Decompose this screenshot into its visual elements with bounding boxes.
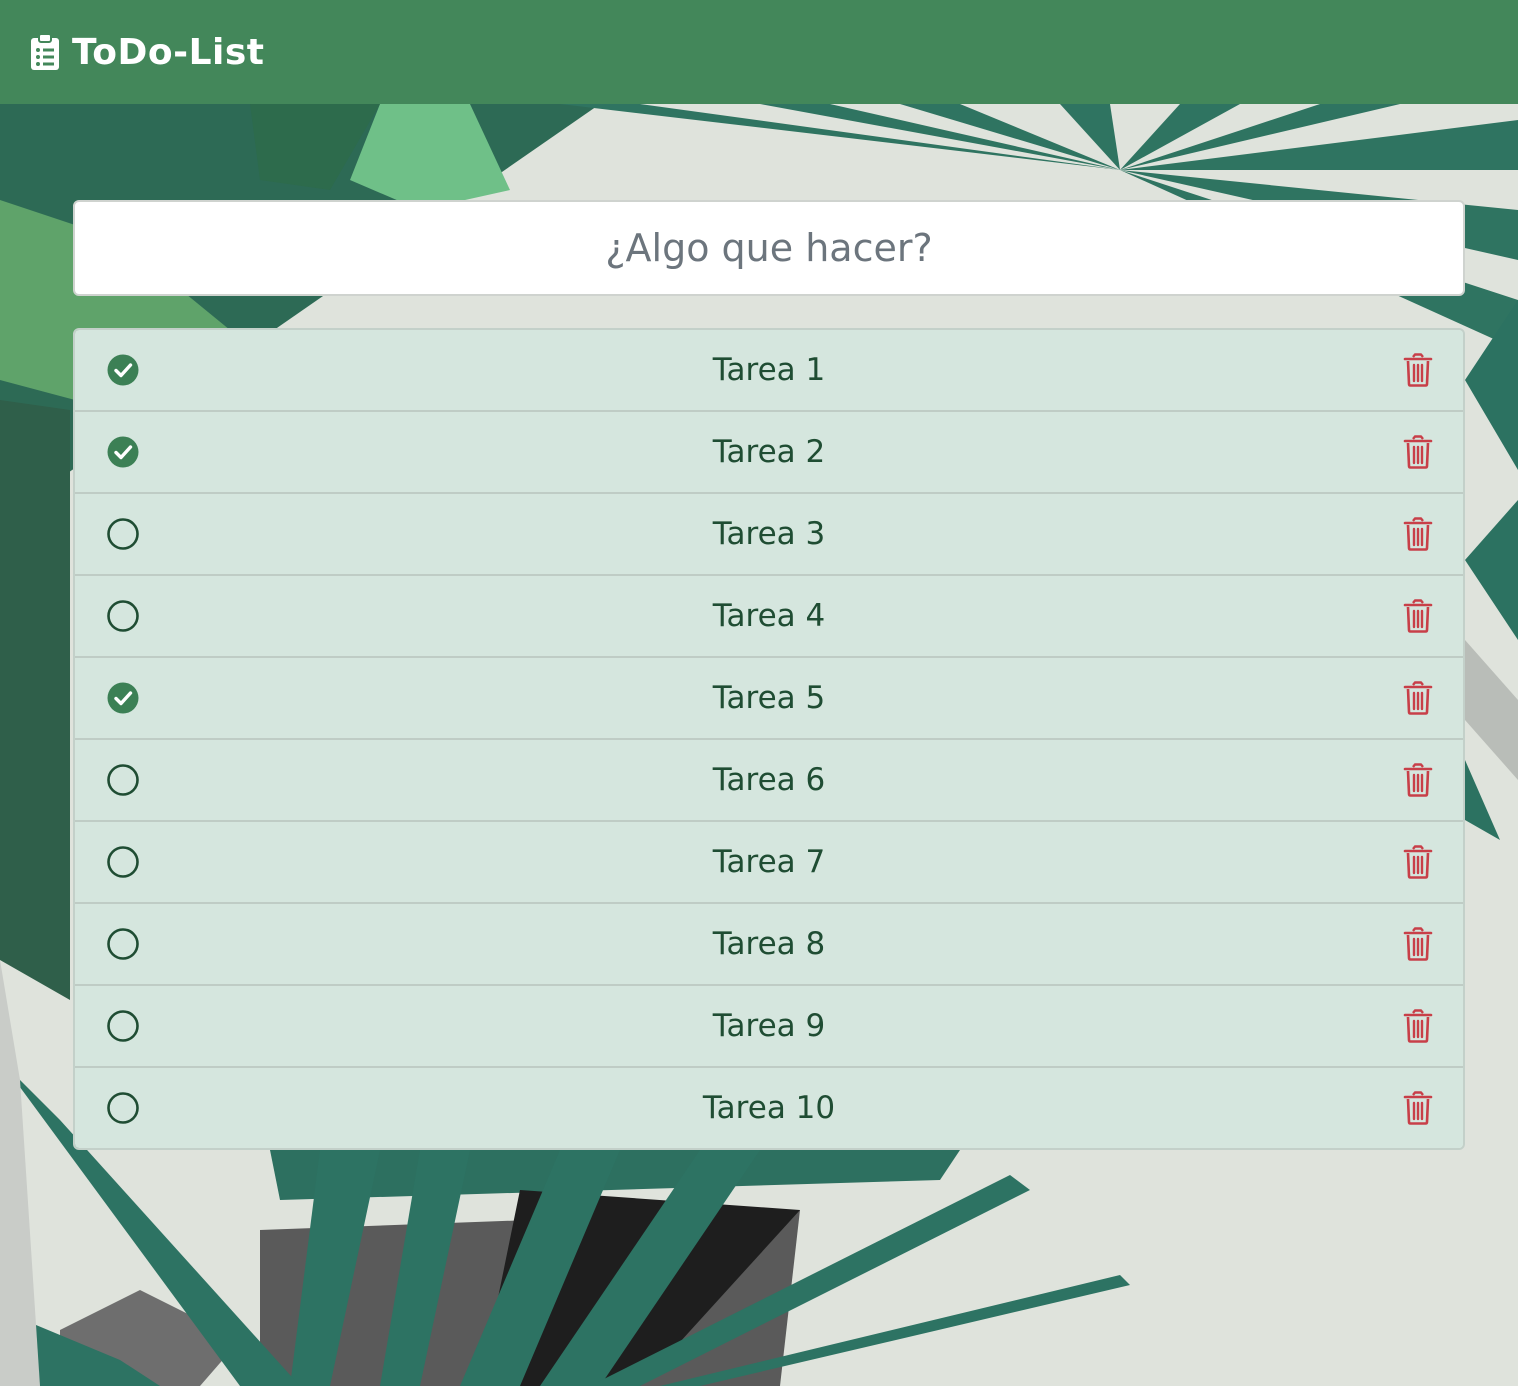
task-label: Tarea 9 [712, 1008, 826, 1044]
task-label: Tarea 4 [712, 598, 826, 634]
task-label: Tarea 10 [702, 1090, 836, 1126]
task-item: Tarea 3 [75, 492, 1463, 574]
trash-icon[interactable] [1403, 353, 1433, 387]
check-circle-icon[interactable] [106, 681, 140, 715]
task-label: Tarea 2 [712, 434, 826, 470]
task-list: Tarea 1 Tarea 2 Tarea 3 Tarea 4 Tarea 5 Tarea… [73, 328, 1465, 1150]
trash-icon[interactable] [1403, 1009, 1433, 1043]
task-label: Tarea 3 [712, 516, 826, 552]
task-item: Tarea 10 [75, 1066, 1463, 1148]
check-circle-icon[interactable] [106, 353, 140, 387]
task-item: Tarea 5 [75, 656, 1463, 738]
circle-icon[interactable] [106, 763, 140, 797]
circle-icon[interactable] [106, 517, 140, 551]
trash-icon[interactable] [1403, 763, 1433, 797]
trash-icon[interactable] [1403, 845, 1433, 879]
task-item: Tarea 4 [75, 574, 1463, 656]
circle-icon[interactable] [106, 927, 140, 961]
trash-icon[interactable] [1403, 681, 1433, 715]
task-item: Tarea 7 [75, 820, 1463, 902]
circle-icon[interactable] [106, 845, 140, 879]
task-item: Tarea 2 [75, 410, 1463, 492]
trash-icon[interactable] [1403, 927, 1433, 961]
task-item: Tarea 1 [75, 330, 1463, 410]
check-circle-icon[interactable] [106, 435, 140, 469]
trash-icon[interactable] [1403, 599, 1433, 633]
circle-icon[interactable] [106, 1091, 140, 1125]
task-item: Tarea 6 [75, 738, 1463, 820]
navbar: ToDo-List [0, 0, 1518, 104]
new-task-input[interactable] [73, 200, 1465, 296]
task-label: Tarea 8 [712, 926, 826, 962]
trash-icon[interactable] [1403, 517, 1433, 551]
circle-icon[interactable] [106, 599, 140, 633]
circle-icon[interactable] [106, 1009, 140, 1043]
task-item: Tarea 9 [75, 984, 1463, 1066]
app-title[interactable]: ToDo-List [72, 32, 264, 73]
task-label: Tarea 6 [712, 762, 826, 798]
clipboard-list-icon [30, 33, 60, 71]
trash-icon[interactable] [1403, 1091, 1433, 1125]
task-label: Tarea 7 [712, 844, 826, 880]
task-label: Tarea 5 [712, 680, 826, 716]
trash-icon[interactable] [1403, 435, 1433, 469]
task-label: Tarea 1 [712, 352, 826, 388]
task-item: Tarea 8 [75, 902, 1463, 984]
